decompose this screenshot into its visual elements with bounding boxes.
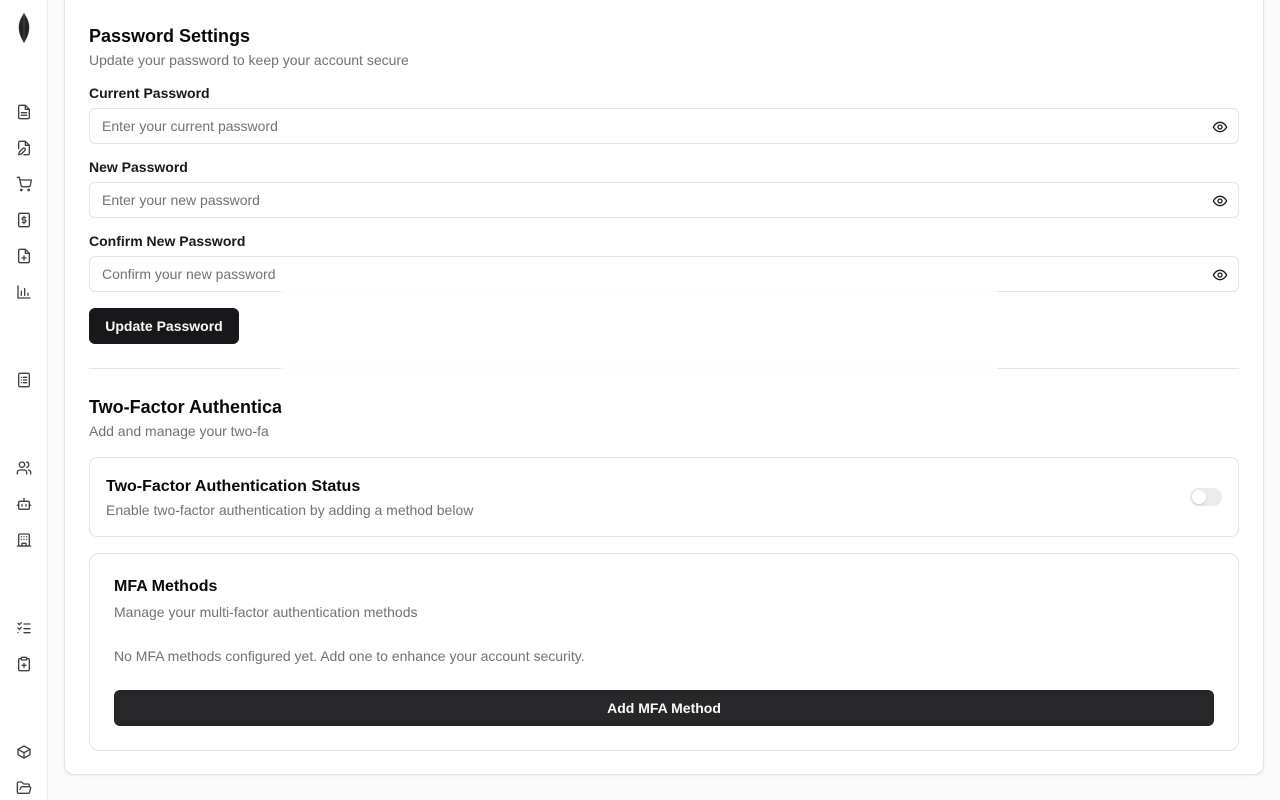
blurred-region bbox=[281, 378, 481, 440]
checklist-icon[interactable] bbox=[16, 620, 32, 636]
dollar-document-icon[interactable] bbox=[16, 212, 32, 228]
building-icon[interactable] bbox=[16, 532, 32, 548]
add-mfa-method-button[interactable]: Add MFA Method bbox=[114, 690, 1214, 726]
toggle-knob bbox=[1192, 490, 1206, 504]
eye-icon[interactable] bbox=[1212, 193, 1228, 209]
two-factor-status-description: Enable two-factor authentication by addi… bbox=[106, 502, 474, 518]
confirm-password-label: Confirm New Password bbox=[89, 233, 246, 249]
mfa-methods-title: MFA Methods bbox=[114, 578, 218, 595]
leaf-logo-icon[interactable] bbox=[14, 12, 34, 44]
document-icon[interactable] bbox=[16, 104, 32, 120]
mfa-empty-state-text: No MFA methods configured yet. Add one t… bbox=[114, 648, 585, 664]
two-factor-section-title: Two-Factor Authentica bbox=[89, 397, 282, 417]
two-factor-section-subtitle: Add and manage your two-fa bbox=[89, 423, 269, 439]
users-icon[interactable] bbox=[16, 460, 32, 476]
cart-icon[interactable] bbox=[16, 176, 32, 192]
package-icon[interactable] bbox=[16, 744, 32, 760]
blurred-region bbox=[281, 282, 998, 378]
file-plus-icon[interactable] bbox=[16, 248, 32, 264]
bot-icon[interactable] bbox=[16, 496, 32, 512]
sidebar bbox=[0, 0, 48, 800]
current-password-input[interactable] bbox=[90, 109, 1238, 143]
update-password-button[interactable]: Update Password bbox=[89, 308, 239, 344]
bar-chart-icon[interactable] bbox=[16, 284, 32, 300]
mfa-methods-subtitle: Manage your multi-factor authentication … bbox=[114, 604, 418, 620]
password-section-subtitle: Update your password to keep your accoun… bbox=[89, 52, 409, 68]
file-edit-icon[interactable] bbox=[16, 140, 32, 156]
current-password-label: Current Password bbox=[89, 85, 210, 101]
new-password-input[interactable] bbox=[90, 183, 1238, 217]
new-password-label: New Password bbox=[89, 159, 188, 175]
new-password-field bbox=[89, 182, 1239, 218]
report-document-icon[interactable] bbox=[16, 372, 32, 388]
eye-icon[interactable] bbox=[1212, 119, 1228, 135]
current-password-field bbox=[89, 108, 1239, 144]
two-factor-status-title: Two-Factor Authentication Status bbox=[106, 478, 361, 495]
password-section-title: Password Settings bbox=[89, 26, 251, 46]
two-factor-status-box bbox=[89, 457, 1239, 537]
eye-icon[interactable] bbox=[1212, 267, 1228, 283]
folder-open-icon[interactable] bbox=[16, 780, 32, 796]
clipboard-plus-icon[interactable] bbox=[16, 656, 32, 672]
two-factor-toggle[interactable] bbox=[1190, 488, 1222, 506]
